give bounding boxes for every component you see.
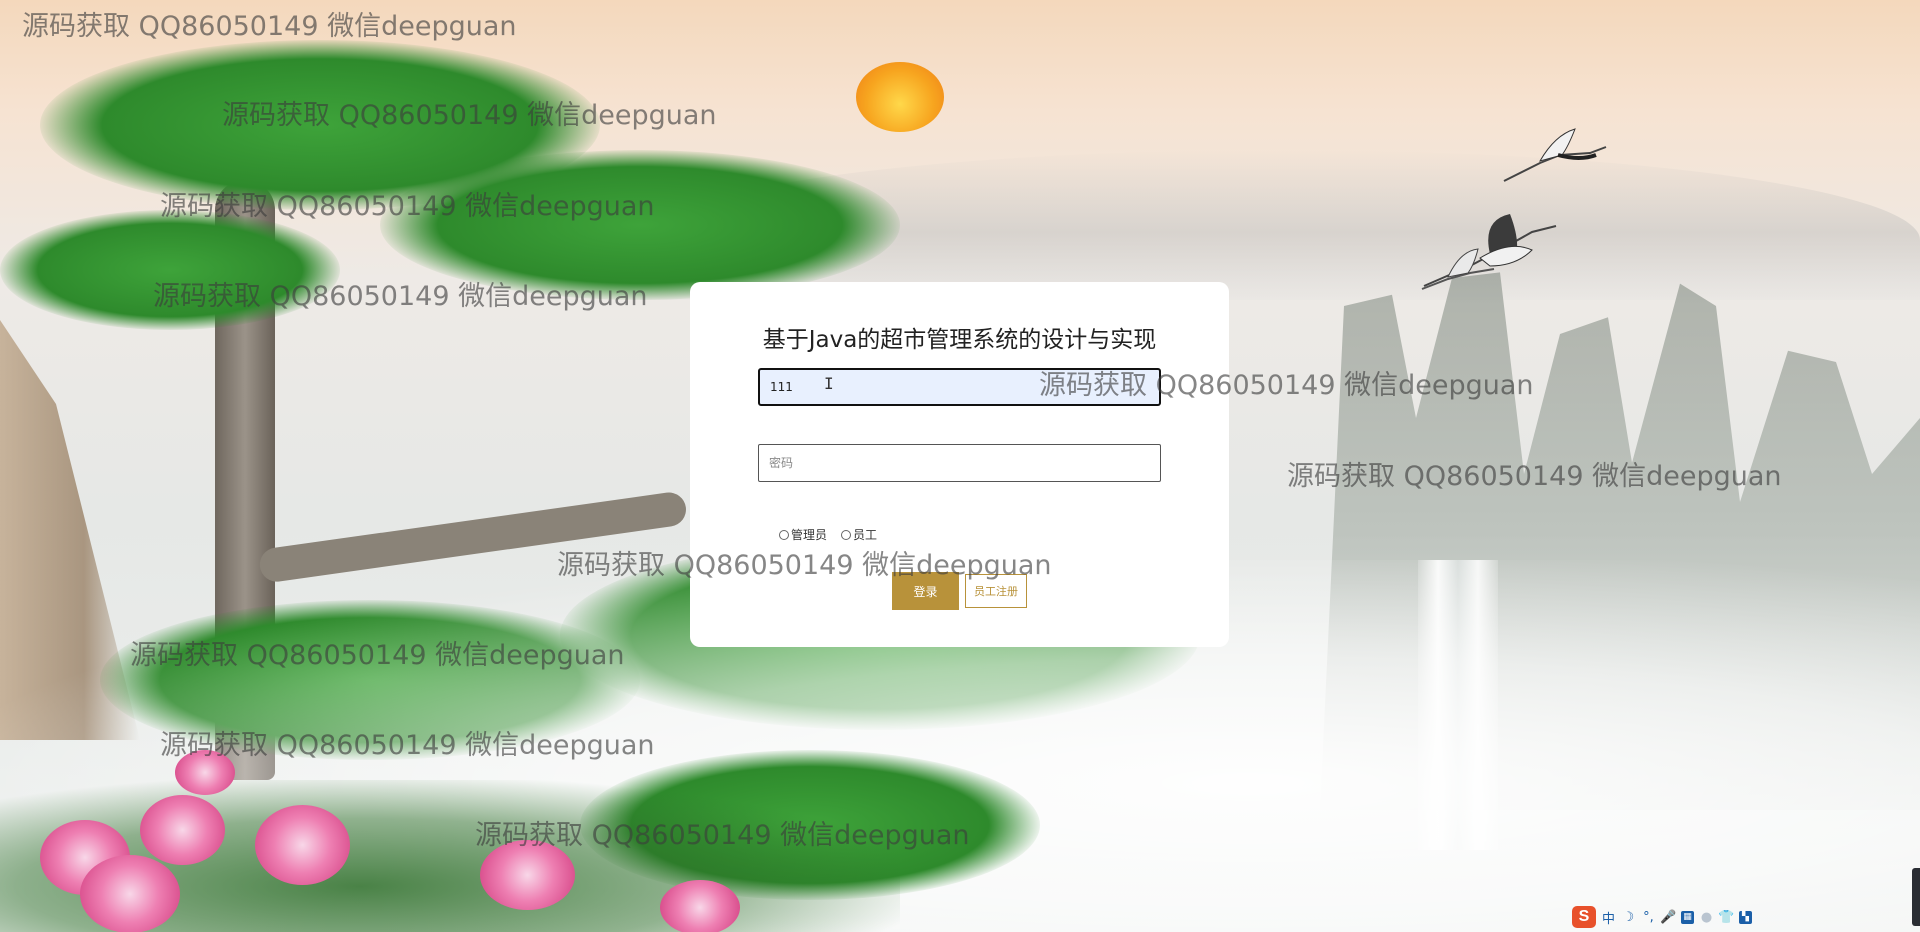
grid-icon[interactable]: ▚ — [1739, 910, 1752, 924]
keyboard-icon[interactable]: ▦ — [1681, 910, 1694, 924]
peony-flower — [140, 795, 225, 865]
login-button[interactable]: 登录 — [892, 572, 959, 610]
login-page: 基于Java的超市管理系统的设计与实现 I 管理员 员工 登录 员工注册 源码获… — [0, 0, 1920, 932]
sogou-logo-icon[interactable]: S — [1572, 906, 1596, 928]
peony-flower — [80, 855, 180, 932]
role-option-admin[interactable]: 管理员 — [779, 526, 827, 543]
crane-bird — [1421, 248, 1495, 290]
peony-flower — [175, 750, 235, 795]
punctuation-icon[interactable]: °, — [1641, 908, 1656, 926]
role-label-admin: 管理员 — [791, 528, 828, 542]
login-panel: 基于Java的超市管理系统的设计与实现 I 管理员 员工 登录 员工注册 — [690, 282, 1229, 647]
shirt-icon[interactable]: 👕 — [1718, 908, 1734, 926]
employee-register-button[interactable]: 员工注册 — [965, 574, 1027, 608]
user-icon[interactable]: ● — [1699, 908, 1714, 926]
background-sun — [856, 62, 944, 132]
role-option-employee[interactable]: 员工 — [841, 526, 877, 543]
password-input[interactable] — [758, 444, 1161, 482]
role-radio-group: 管理员 员工 — [779, 526, 877, 543]
chinese-mode-toggle[interactable]: 中 — [1601, 908, 1616, 927]
microphone-icon[interactable]: 🎤 — [1660, 908, 1676, 926]
system-title: 基于Java的超市管理系统的设计与实现 — [762, 327, 1157, 353]
username-input[interactable] — [758, 368, 1161, 406]
moon-icon[interactable]: ☽ — [1621, 908, 1636, 926]
window-edge-handle — [1912, 868, 1920, 926]
peony-flower — [660, 880, 740, 932]
peony-flower — [480, 840, 575, 910]
radio-button[interactable] — [779, 529, 789, 540]
watermark-text: 源码获取 QQ86050149 微信deepguan — [22, 11, 517, 42]
crane-bird — [1503, 128, 1607, 182]
pine-canopy — [380, 150, 900, 300]
radio-button[interactable] — [841, 529, 852, 540]
ime-toolbar: S 中 ☽ °, 🎤 ▦ ● 👕 ▚ — [1572, 905, 1752, 929]
peony-flower — [255, 805, 350, 885]
role-label-employee: 员工 — [853, 528, 878, 542]
pine-canopy — [0, 210, 340, 330]
text-cursor-icon: I — [824, 374, 834, 393]
